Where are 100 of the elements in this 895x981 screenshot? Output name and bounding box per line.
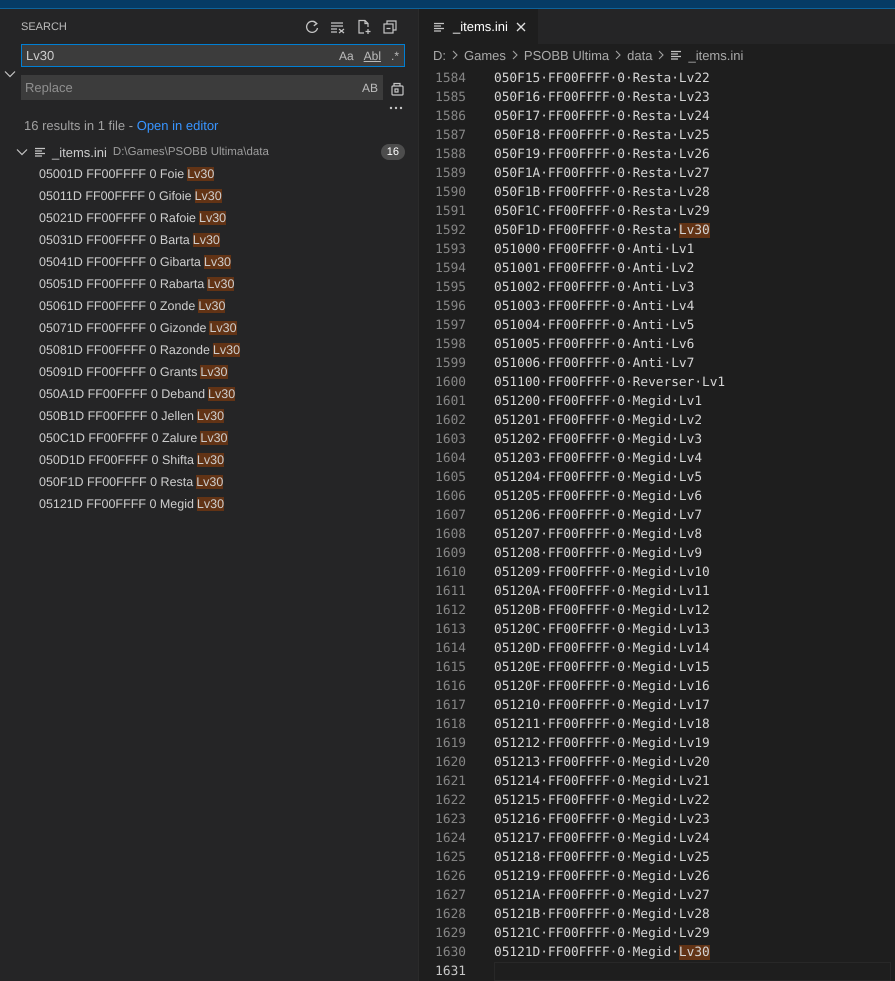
line-number: 1593	[434, 242, 466, 257]
result-text[interactable]: 050B1D FF00FFFF 0 Jellen	[39, 409, 194, 423]
editor-tab[interactable]: _items.ini	[419, 9, 538, 44]
code-text: 05120F·FF00FFFF·0·Megid·Lv16	[494, 679, 710, 694]
result-text[interactable]: 050F1D FF00FFFF 0 Resta	[39, 475, 194, 489]
result-text[interactable]: 050C1D FF00FFFF 0 Zalure	[39, 431, 198, 445]
line-number: 1585	[434, 90, 466, 105]
line-number: 1606	[434, 489, 466, 504]
breadcrumb-item[interactable]: Games	[464, 48, 506, 62]
chevron-down-icon[interactable]	[4, 70, 16, 78]
code-text: 050F16·FF00FFFF·0·Resta·Lv23	[494, 90, 710, 105]
breadcrumb-item[interactable]: _items.ini	[688, 48, 744, 62]
chevron-right-icon	[452, 50, 458, 60]
results-summary: 16 results in 1 file -	[24, 118, 134, 133]
code-text: 051000·FF00FFFF·0·Anti·Lv1	[494, 242, 694, 257]
line-number: 1595	[434, 280, 466, 295]
match-highlight: Lv30	[196, 409, 224, 423]
match-highlight: Lv30	[187, 167, 214, 181]
line-number: 1590	[434, 185, 466, 200]
file-lines-icon	[34, 147, 46, 157]
code-text: 051208·FF00FFFF·0·Megid·Lv9	[494, 546, 702, 561]
match-highlight: Lv30	[199, 211, 226, 225]
match-highlight: Lv30	[192, 233, 220, 247]
open-in-editor-link[interactable]: Open in editor	[136, 118, 218, 133]
result-text[interactable]: 05001D FF00FFFF 0 Foie	[39, 167, 184, 181]
code-text: 051201·FF00FFFF·0·Megid·Lv2	[494, 413, 702, 428]
match-highlight: Lv30	[194, 189, 222, 203]
new-file-icon[interactable]	[356, 18, 372, 34]
result-text[interactable]: 05041D FF00FFFF 0 Gibarta	[39, 255, 201, 269]
replace-field[interactable]: Replace AB	[21, 75, 383, 100]
search-option-toggle[interactable]: .*	[390, 48, 400, 62]
line-number: 1594	[434, 261, 466, 276]
breadcrumb-item[interactable]: PSOBB Ultima	[524, 48, 610, 62]
match-highlight: Lv30	[200, 431, 228, 445]
result-text[interactable]: 05061D FF00FFFF 0 Zonde	[39, 299, 196, 313]
code-text: 051214·FF00FFFF·0·Megid·Lv21	[494, 774, 710, 789]
code-text: 05121D·FF00FFFF·0·Megid·	[494, 945, 679, 960]
result-text[interactable]: 05081D FF00FFFF 0 Razonde	[39, 343, 210, 357]
file-name[interactable]: _items.ini	[52, 144, 107, 160]
code-text: 051001·FF00FFFF·0·Anti·Lv2	[494, 261, 694, 276]
result-text[interactable]: 050A1D FF00FFFF 0 Deband	[39, 387, 206, 401]
line-number: 1599	[434, 356, 466, 371]
chevron-down-icon[interactable]	[16, 148, 28, 156]
search-field[interactable]: Lv30 Aa Abl .*	[21, 44, 405, 67]
result-text[interactable]: 05051D FF00FFFF 0 Rabarta	[39, 277, 204, 291]
refresh-icon[interactable]	[304, 18, 320, 34]
match-highlight: Lv30	[207, 277, 234, 291]
code-text: 05121C·FF00FFFF·0·Megid·Lv29	[494, 926, 710, 941]
code-text: 051202·FF00FFFF·0·Megid·Lv3	[494, 432, 702, 447]
code-text: 050F18·FF00FFFF·0·Resta·Lv25	[494, 128, 710, 143]
result-text[interactable]: 05071D FF00FFFF 0 Gizonde	[39, 321, 206, 335]
match-highlight: Lv30	[212, 343, 240, 357]
search-option-toggle[interactable]: Abl	[362, 48, 382, 62]
chevron-right-icon	[512, 50, 518, 60]
line-number: 1602	[434, 413, 466, 428]
result-text[interactable]: 05021D FF00FFFF 0 Rafoie	[39, 211, 196, 225]
code-text: 051212·FF00FFFF·0·Megid·Lv19	[494, 736, 710, 751]
match-highlight: Lv30	[209, 321, 237, 335]
line-number: 1622	[434, 793, 466, 808]
line-number: 1597	[434, 318, 466, 333]
code-text: 051213·FF00FFFF·0·Megid·Lv20	[494, 755, 710, 770]
close-icon[interactable]	[516, 22, 526, 32]
line-number: 1609	[434, 546, 466, 561]
result-count-badge: 16	[380, 144, 405, 160]
chevron-right-icon	[615, 50, 622, 60]
breadcrumb-item[interactable]: data	[627, 48, 652, 62]
match-highlight: Lv30	[678, 223, 710, 238]
code-text: 050F1D·FF00FFFF·0·Resta·	[494, 223, 679, 238]
result-text[interactable]: 05031D FF00FFFF 0 Barta	[39, 233, 190, 247]
result-text[interactable]: 05091D FF00FFFF 0 Grants	[39, 365, 198, 379]
breadcrumb-item[interactable]: D:	[433, 48, 446, 62]
line-number: 1612	[434, 603, 466, 618]
chevron-right-icon	[658, 50, 664, 60]
more-icon[interactable]	[389, 106, 403, 110]
collapse-all-icon[interactable]	[382, 18, 398, 34]
line-number: 1623	[434, 812, 466, 827]
line-number: 1631	[434, 964, 466, 979]
line-number: 1589	[434, 166, 466, 181]
line-number: 1626	[434, 869, 466, 884]
search-option-toggle[interactable]: Aa	[338, 48, 355, 62]
result-text[interactable]: 05011D FF00FFFF 0 Gifoie	[39, 189, 192, 203]
line-number: 1592	[434, 223, 466, 238]
code-text: 05120D·FF00FFFF·0·Megid·Lv14	[494, 641, 710, 656]
line-number: 1587	[434, 128, 466, 143]
code-text: 051004·FF00FFFF·0·Anti·Lv5	[494, 318, 694, 333]
code-text: 05121A·FF00FFFF·0·Megid·Lv27	[494, 888, 710, 903]
match-highlight: Lv30	[196, 497, 224, 511]
code-text: 051216·FF00FFFF·0·Megid·Lv23	[494, 812, 710, 827]
code-text: 051210·FF00FFFF·0·Megid·Lv17	[494, 698, 710, 713]
line-number: 1625	[434, 850, 466, 865]
line-number: 1598	[434, 337, 466, 352]
line-number: 1630	[434, 945, 466, 960]
line-number: 1620	[434, 755, 466, 770]
result-text[interactable]: 05121D FF00FFFF 0 Megid	[39, 497, 194, 511]
code-text: 051218·FF00FFFF·0·Megid·Lv25	[494, 850, 710, 865]
line-number: 1629	[434, 926, 466, 941]
line-number: 1608	[434, 527, 466, 542]
result-text[interactable]: 050D1D FF00FFFF 0 Shifta	[39, 453, 194, 467]
code-text: 050F19·FF00FFFF·0·Resta·Lv26	[494, 147, 710, 162]
code-text: 05120E·FF00FFFF·0·Megid·Lv15	[494, 660, 710, 675]
